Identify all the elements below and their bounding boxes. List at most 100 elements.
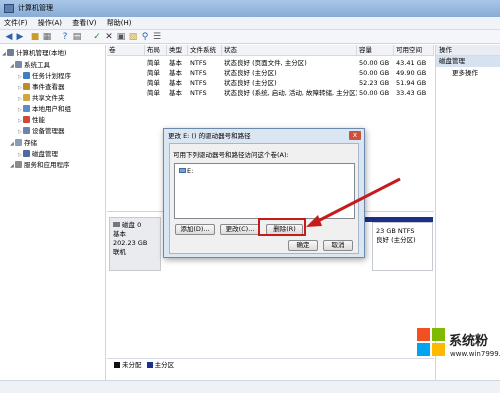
volume-cell: 简单 (147, 79, 160, 87)
title-bar: 计算机管理 (0, 0, 500, 17)
volume-cell: 状态良好 (系统, 启动, 活动, 故障转储, 主分区) (224, 89, 357, 97)
volume-cell: NTFS (190, 69, 207, 77)
actions-header: 操作 (436, 45, 500, 56)
menu-file[interactable]: 文件(F) (0, 17, 32, 30)
volume-cell: NTFS (190, 79, 207, 87)
tree-node-icon (23, 105, 30, 112)
tree-item-label: 系统工具 (24, 61, 50, 69)
volume-cell: 基本 (169, 89, 182, 97)
tree-item[interactable]: ▷ 事件查看器 (18, 82, 65, 92)
partition-f[interactable]: 23 GB NTFS 良好 (主分区) (372, 222, 433, 271)
volume-row[interactable]: (E:)简单基本NTFS状态良好 (主分区)50.00 GB49.90 GB (107, 68, 434, 78)
tree-item-label: 存储 (24, 139, 37, 147)
col-filesystem[interactable]: 文件系统 (188, 45, 222, 56)
volume-cell: 状态良好 (主分区) (224, 69, 277, 77)
ok-button[interactable]: 确定 (288, 240, 318, 251)
tree-node-icon (23, 116, 30, 123)
volume-cell: 50.00 GB (359, 89, 390, 97)
drive-path-label: 可用下列驱动器号和路径访问这个卷(A): (173, 151, 289, 159)
disk-type: 基本 (113, 230, 126, 238)
cancel-button[interactable]: 取消 (323, 240, 353, 251)
tree-item-label: 计算机管理(本地) (16, 49, 67, 57)
dialog-title: 更改 E: () 的驱动器号和路径 (168, 132, 251, 140)
change-button[interactable]: 更改(C)... (220, 224, 260, 235)
volume-cell: 50.00 GB (359, 69, 390, 77)
tree-item[interactable]: ◢ 系统工具 (10, 60, 50, 70)
watermark-logo (417, 328, 445, 356)
tree-item-label: 设备管理器 (32, 127, 65, 135)
volume-row[interactable]: 系统 (C:)简单基本NTFS状态良好 (系统, 启动, 活动, 故障转储, 主… (107, 88, 434, 98)
tree-item[interactable]: ▷ 任务计划程序 (18, 71, 71, 81)
properties-icon[interactable]: ▤ (72, 32, 82, 42)
status-bar (0, 380, 500, 393)
col-capacity[interactable]: 容量 (357, 45, 394, 56)
drive-path-item[interactable]: E: (179, 167, 193, 175)
tree-item[interactable]: ▷ 本地用户和组 (18, 104, 71, 114)
volume-cell: 基本 (169, 59, 182, 67)
tree-item-label: 本地用户和组 (32, 105, 71, 113)
tree-node-icon (15, 161, 22, 168)
volume-cell: 49.90 GB (396, 69, 427, 77)
legend: 未分配 主分区 (107, 358, 434, 372)
partition-size: 23 GB NTFS (376, 227, 415, 235)
primary-swatch (146, 362, 153, 368)
show-hide-tree-icon[interactable]: ▦ (42, 32, 52, 42)
window-title: 计算机管理 (18, 4, 53, 12)
drive-path-list[interactable]: E: (174, 163, 355, 219)
col-type[interactable]: 类型 (167, 45, 188, 56)
legend-primary: 主分区 (154, 361, 175, 369)
add-button[interactable]: 添加(D)... (175, 224, 215, 235)
watermark-url: www.win7999.com (450, 350, 500, 358)
check-icon[interactable]: ✓ (92, 32, 102, 42)
col-volume[interactable]: 卷 (107, 45, 145, 56)
volume-cell: 基本 (169, 79, 182, 87)
volume-cell: 状态良好 (主分区) (224, 79, 277, 87)
tree-item[interactable]: ▷ 磁盘管理 (18, 149, 58, 159)
tree-node-icon (23, 72, 30, 79)
save-icon[interactable]: ▧ (128, 32, 138, 42)
tree-node-icon (23, 94, 30, 101)
close-icon[interactable]: x (349, 131, 361, 140)
folder-open-icon[interactable]: ▣ (116, 32, 126, 42)
more-actions-link[interactable]: 更多操作 (436, 68, 500, 79)
tree-node-icon (7, 49, 14, 56)
tree-item-label: 事件查看器 (32, 83, 65, 91)
disk-0-label[interactable]: 磁盘 0 基本 202.23 GB 联机 (109, 217, 161, 271)
tree-item[interactable]: ▷ 设备管理器 (18, 126, 65, 136)
up-folder-icon[interactable]: ■ (30, 32, 40, 42)
tree-item[interactable]: ◢ 服务和应用程序 (10, 160, 70, 170)
back-arrow-icon[interactable]: ◀ (4, 32, 14, 42)
tree-item[interactable]: ▷ 性能 (18, 115, 45, 125)
tree-item[interactable]: ◢ 存储 (10, 138, 37, 148)
actions-section-disk-management[interactable]: 磁盘管理 (436, 56, 500, 67)
delete-icon[interactable]: ✕ (104, 32, 114, 42)
menu-view[interactable]: 查看(V) (68, 17, 100, 30)
volume-row[interactable]: (D:)简单基本NTFS状态良好 (页面文件, 主分区)50.00 GB43.4… (107, 58, 434, 68)
volume-cell: NTFS (190, 59, 207, 67)
tree-item-label: 磁盘管理 (32, 150, 58, 158)
volume-cell: 简单 (147, 89, 160, 97)
volume-row[interactable]: (F:)简单基本NTFS状态良好 (主分区)52.23 GB51.94 GB (107, 78, 434, 88)
help-icon[interactable]: ? (60, 32, 70, 42)
unallocated-swatch (114, 362, 120, 368)
computer-management-icon (4, 4, 14, 13)
console-tree: ◢ 计算机管理(本地) ◢ 系统工具 ▷ 任务计划程序 ▷ 事件查看器 ▷ 共享文件夹 ▷ 本地用户和… (0, 45, 106, 380)
dialog-body: 可用下列驱动器号和路径访问这个卷(A): E: 添加(D)... 更改(C)..… (169, 143, 359, 254)
disk-size: 202.23 GB (113, 239, 148, 247)
list-view-icon[interactable]: ☰ (152, 32, 162, 42)
tree-node-icon (15, 61, 22, 68)
volume-cell: 状态良好 (页面文件, 主分区) (224, 59, 307, 67)
col-free-space[interactable]: 可用空间 (394, 45, 434, 56)
tree-item[interactable]: ◢ 计算机管理(本地) (2, 48, 67, 58)
forward-arrow-icon[interactable]: ▶ (15, 32, 25, 42)
menu-action[interactable]: 操作(A) (34, 17, 66, 30)
disk-status: 联机 (113, 248, 126, 256)
menu-help[interactable]: 帮助(H) (103, 17, 136, 30)
drive-icon (179, 168, 186, 173)
col-status[interactable]: 状态 (222, 45, 357, 56)
col-layout[interactable]: 布局 (145, 45, 167, 56)
tree-node-icon (23, 150, 30, 157)
tree-item-label: 服务和应用程序 (24, 161, 70, 169)
tree-item[interactable]: ▷ 共享文件夹 (18, 93, 65, 103)
search-icon[interactable]: ⚲ (140, 32, 150, 42)
